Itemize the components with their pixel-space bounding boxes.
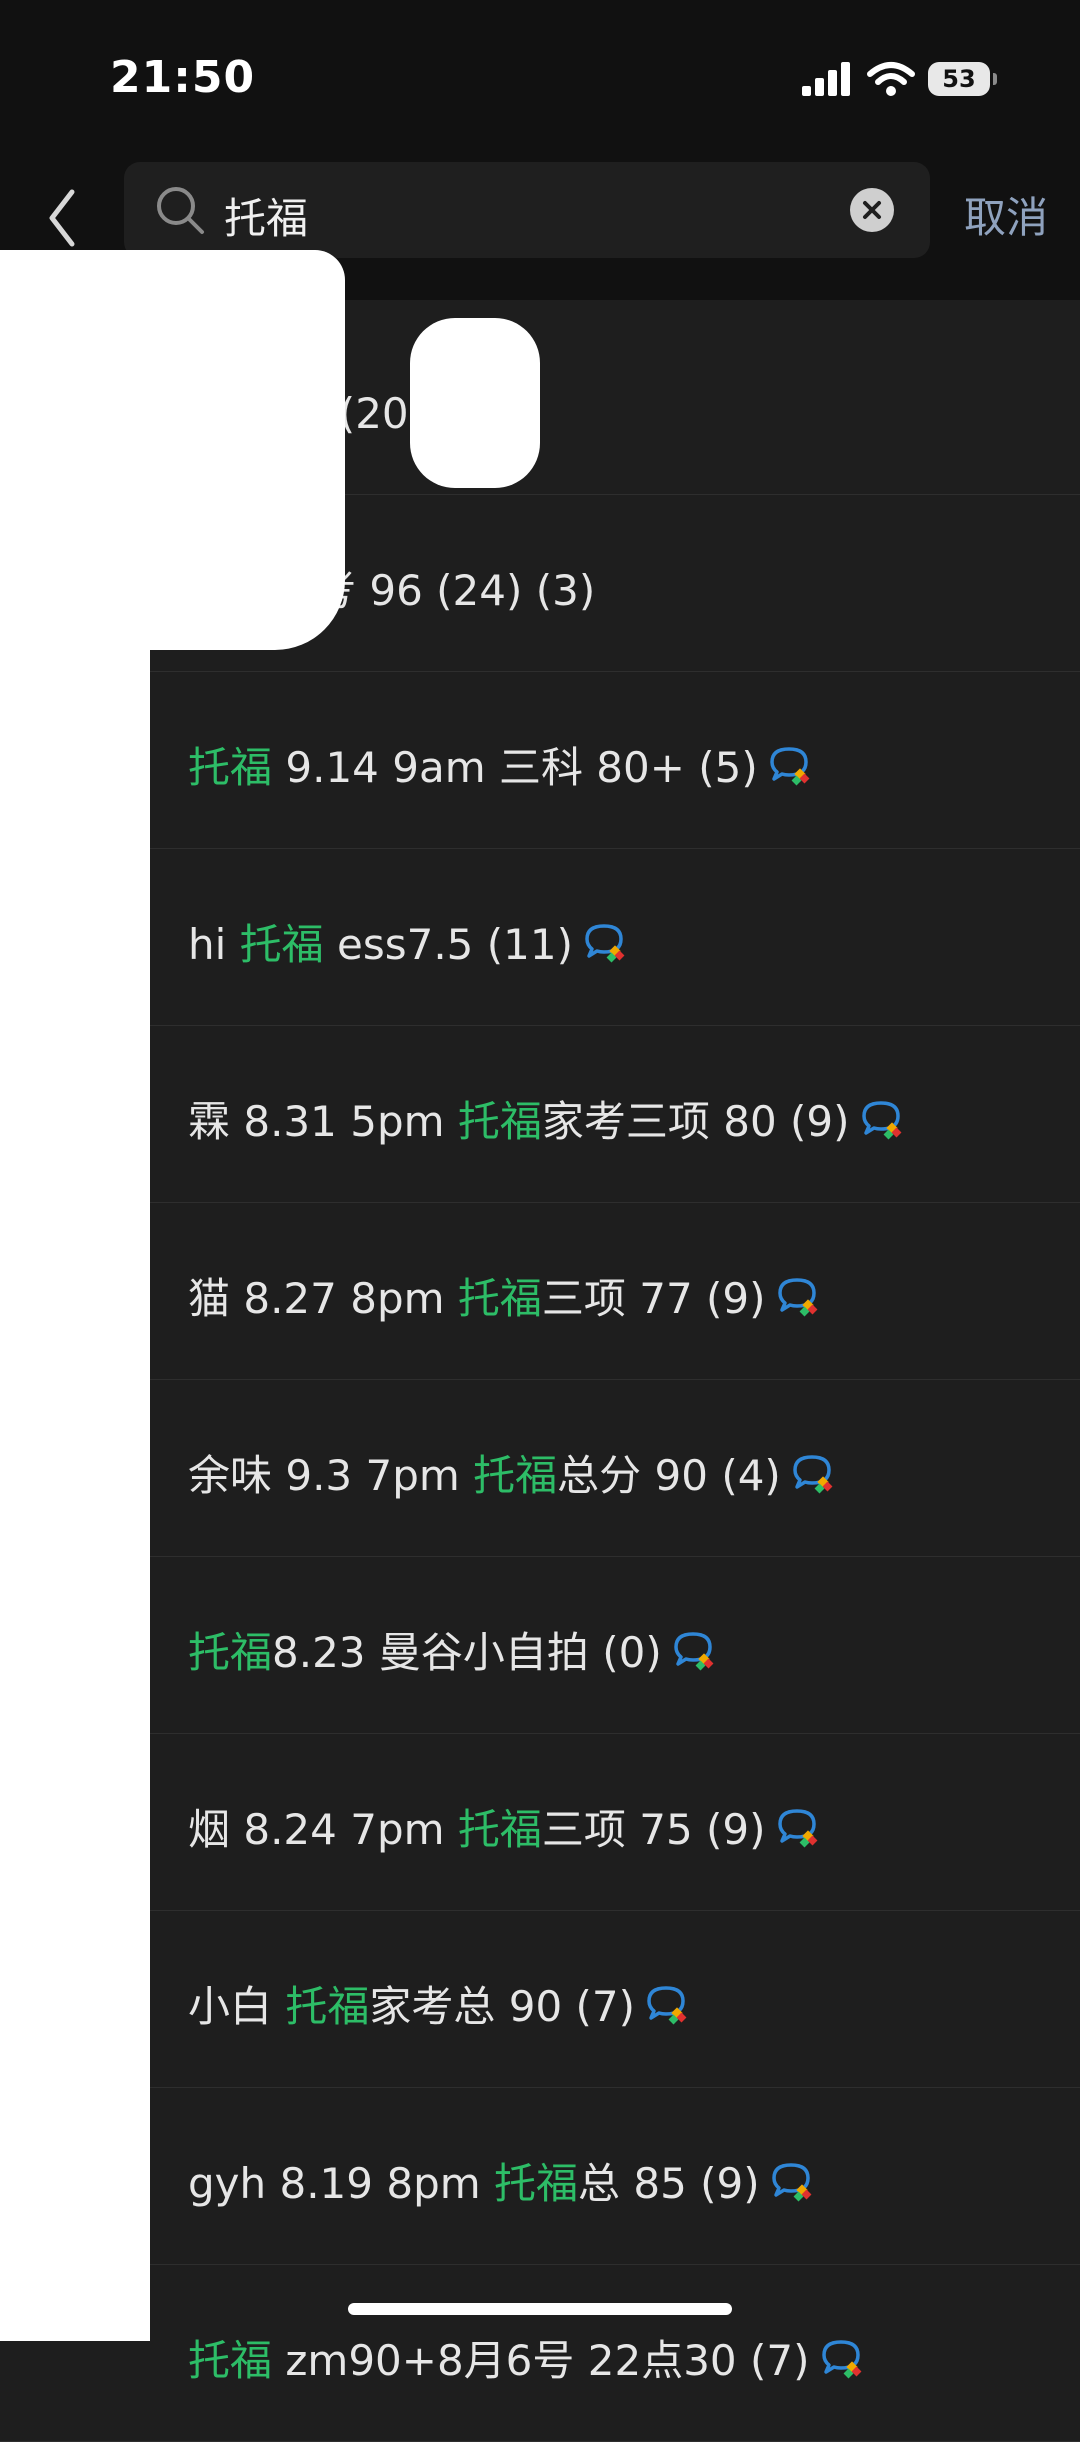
wifi-icon bbox=[867, 62, 915, 96]
title-suffix: 8.23 曼谷小自拍 (0) bbox=[272, 1628, 662, 1677]
home-indicator bbox=[348, 2303, 732, 2315]
list-item[interactable]: gyh 8.19 8pm 托福总 85 (9) bbox=[0, 2088, 1080, 2265]
result-title: 托福8.23 曼谷小自拍 (0) bbox=[188, 1619, 720, 1680]
group-chat-icon bbox=[861, 1101, 901, 1140]
list-item[interactable]: 托福8.23 曼谷小自拍 (0) bbox=[0, 1557, 1080, 1734]
title-suffix: 总 85 (9) bbox=[578, 2159, 760, 2208]
title-prefix: 小白 bbox=[188, 1982, 286, 2031]
status-icons: 53 bbox=[800, 58, 1000, 102]
battery-icon: 53 bbox=[928, 62, 997, 96]
list-item[interactable]: hi 托福 ess7.5 (11) bbox=[0, 849, 1080, 1026]
title-prefix: 霖 8.31 5pm bbox=[188, 1097, 458, 1146]
list-item[interactable]: 猫 8.27 8pm 托福三项 77 (9) bbox=[0, 1203, 1080, 1380]
title-suffix: 三项 75 (9) bbox=[541, 1805, 766, 1854]
title-highlight: 托福 bbox=[285, 1982, 370, 2031]
title-highlight: 托福 bbox=[457, 1805, 542, 1854]
title-prefix: gyh 8.19 8pm bbox=[188, 2159, 494, 2208]
signal-icon bbox=[802, 62, 850, 96]
list-item[interactable]: 余味 9.3 7pm 托福总分 90 (4) bbox=[0, 1380, 1080, 1557]
search-icon bbox=[157, 187, 204, 234]
group-chat-icon bbox=[793, 1455, 833, 1494]
cancel-button[interactable]: 取消 bbox=[964, 184, 1048, 245]
list-item[interactable]: 托福 zm90+8月6号 22点30 (7) bbox=[0, 2265, 1080, 2442]
result-title: 烟 8.24 7pm 托福三项 75 (9) bbox=[188, 1796, 824, 1857]
title-highlight: 托福 bbox=[188, 1628, 273, 1677]
group-chat-icon bbox=[647, 1986, 687, 2025]
title-highlight: 托福 bbox=[239, 920, 324, 969]
title-prefix: 烟 8.24 7pm bbox=[188, 1805, 458, 1854]
status-time: 21:50 bbox=[110, 52, 256, 103]
chevron-left-icon bbox=[49, 189, 75, 247]
title-highlight: 托福 bbox=[494, 2159, 579, 2208]
group-chat-icon bbox=[770, 747, 810, 786]
title-prefix: 余味 9.3 7pm bbox=[188, 1451, 474, 1500]
result-title: hi 托福 ess7.5 (11) bbox=[188, 911, 631, 972]
title-prefix: 猫 8.27 8pm bbox=[188, 1274, 458, 1323]
title-suffix: 三项 77 (9) bbox=[541, 1274, 766, 1323]
result-title: 猫 8.27 8pm 托福三项 77 (9) bbox=[188, 1265, 824, 1326]
list-item[interactable]: 小白 托福家考总 90 (7) bbox=[0, 1911, 1080, 2088]
title-highlight: 托福 bbox=[188, 2336, 273, 2385]
result-title: 托福 zm90+8月6号 22点30 (7) bbox=[188, 2327, 868, 2388]
title-suffix: ess7.5 (11) bbox=[323, 920, 573, 969]
back-button[interactable] bbox=[38, 178, 88, 258]
title-prefix: hi bbox=[188, 920, 240, 969]
title-suffix: zm90+8月6号 22点30 (7) bbox=[272, 2336, 810, 2385]
group-chat-icon bbox=[821, 2340, 861, 2379]
group-chat-icon bbox=[777, 1278, 817, 1317]
result-title: gyh 8.19 8pm 托福总 85 (9) bbox=[188, 2150, 818, 2211]
redaction-mask-blob bbox=[410, 318, 540, 488]
group-chat-icon bbox=[771, 2163, 812, 2202]
status-bar: 21:50 53 bbox=[0, 0, 1080, 150]
title-highlight: 托福 bbox=[457, 1097, 542, 1146]
redaction-mask-top bbox=[45, 250, 345, 650]
clear-icon[interactable] bbox=[850, 188, 894, 232]
list-item[interactable]: 托福 9.14 9am 三科 80+ (5) bbox=[0, 672, 1080, 849]
search-input[interactable]: 托福 bbox=[224, 185, 308, 246]
search-field[interactable]: 托福 bbox=[124, 162, 930, 258]
title-highlight: 托福 bbox=[473, 1451, 558, 1500]
group-chat-icon bbox=[585, 924, 625, 963]
title-highlight: 托福 bbox=[188, 743, 273, 792]
group-chat-icon bbox=[777, 1809, 817, 1848]
title-highlight: 托福 bbox=[457, 1274, 542, 1323]
result-title: 余味 9.3 7pm 托福总分 90 (4) bbox=[188, 1442, 839, 1503]
title-suffix: 总分 90 (4) bbox=[557, 1451, 781, 1500]
result-title: 霖 8.31 5pm 托福家考三项 80 (9) bbox=[188, 1088, 908, 1149]
list-item[interactable]: 霖 8.31 5pm 托福家考三项 80 (9) bbox=[0, 1026, 1080, 1203]
title-suffix: 家考总 90 (7) bbox=[369, 1982, 636, 2031]
result-title: 小白 托福家考总 90 (7) bbox=[188, 1973, 693, 2034]
group-chat-icon bbox=[673, 1632, 714, 1671]
result-title: 托福 9.14 9am 三科 80+ (5) bbox=[188, 734, 816, 795]
list-item[interactable]: 烟 8.24 7pm 托福三项 75 (9) bbox=[0, 1734, 1080, 1911]
title-suffix: 家考三项 80 (9) bbox=[541, 1097, 850, 1146]
title-suffix: 9.14 9am 三科 80+ (5) bbox=[272, 743, 758, 792]
